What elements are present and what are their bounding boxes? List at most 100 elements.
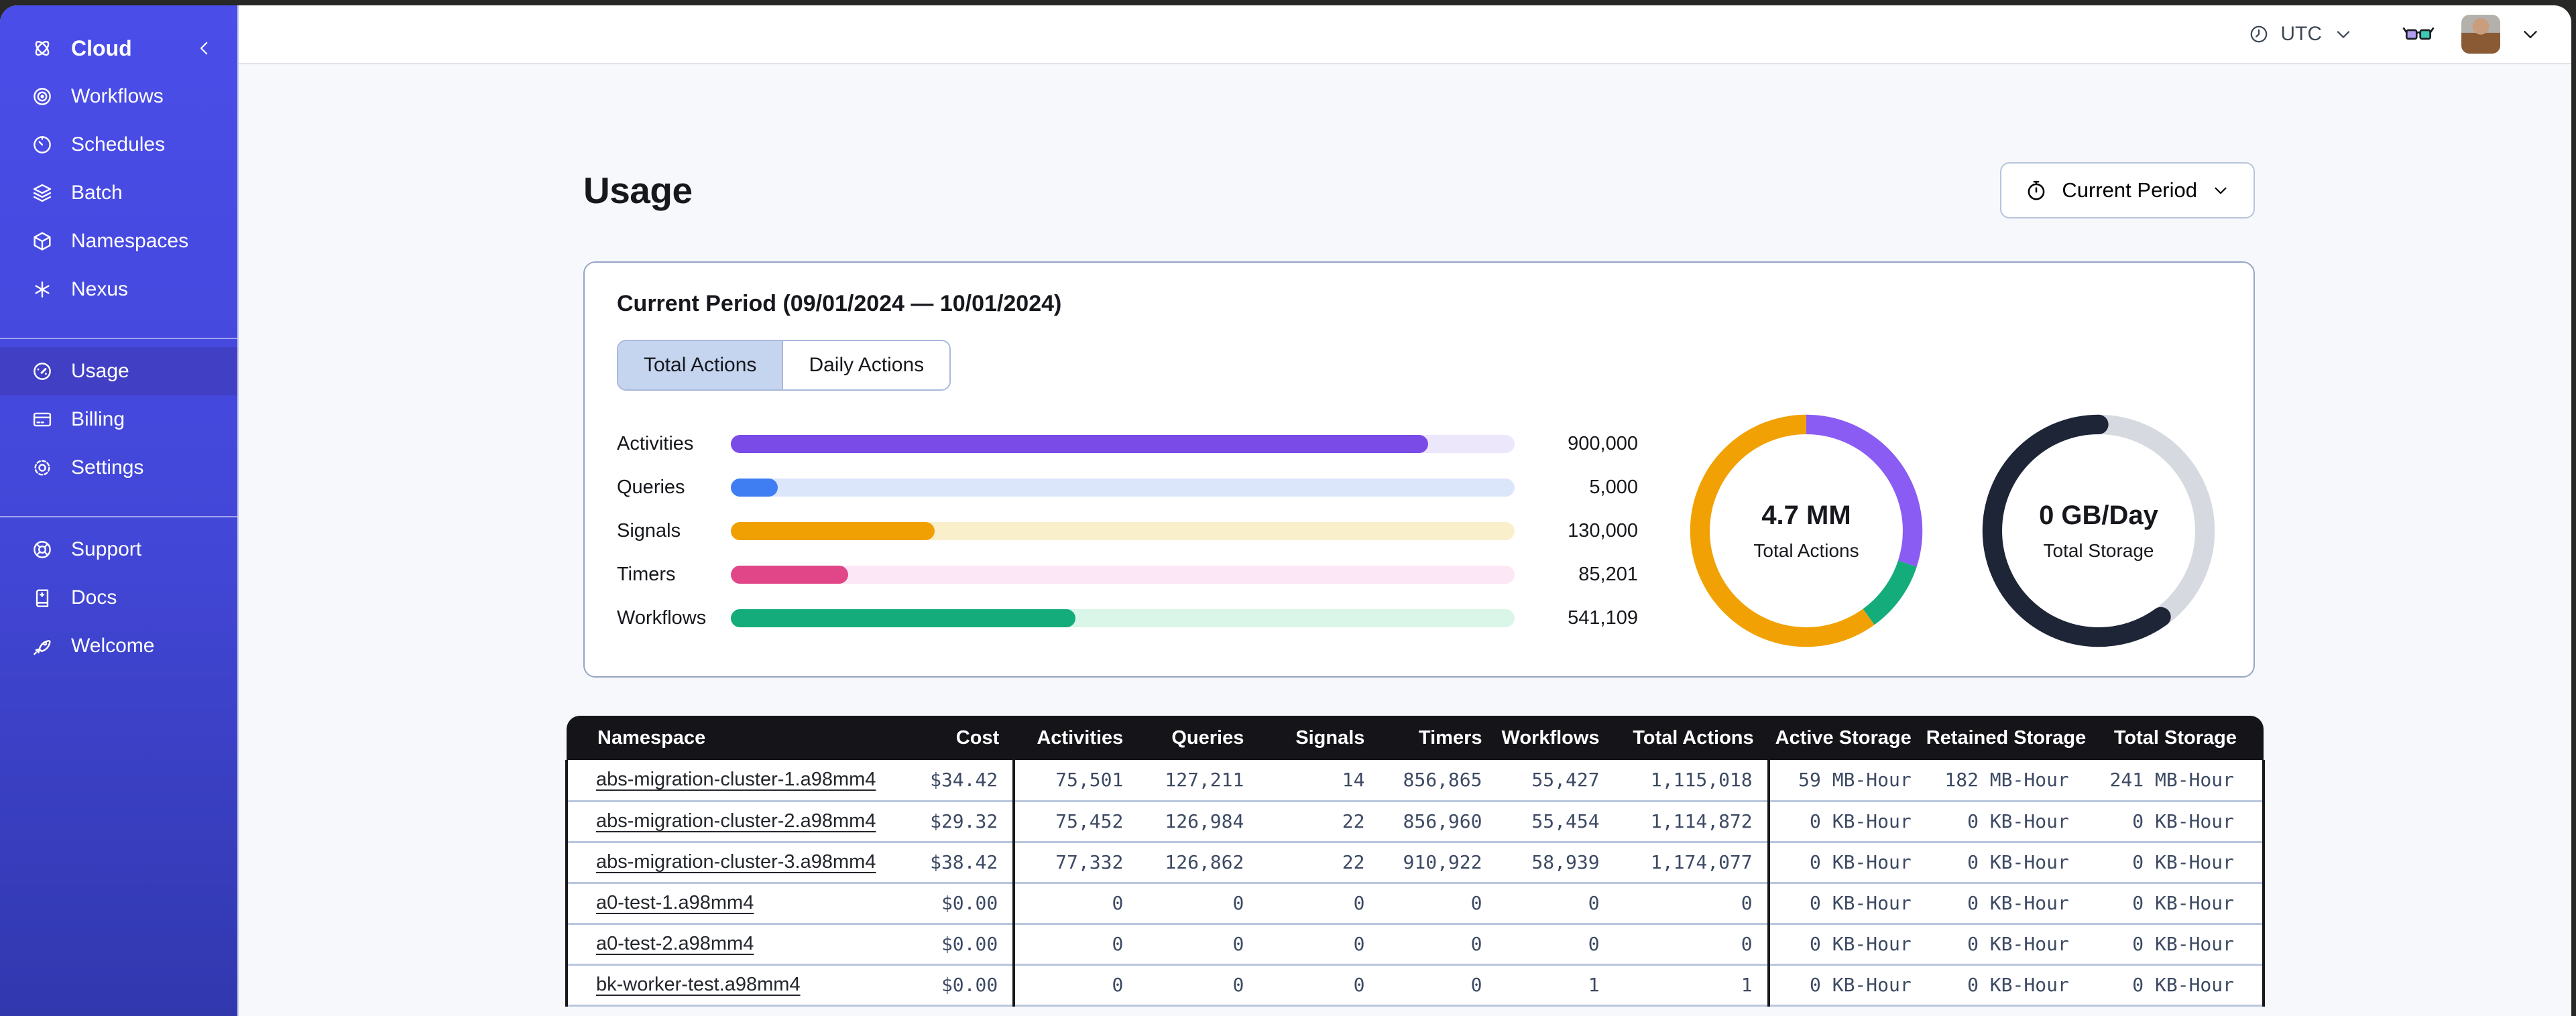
sidebar-item-schedules[interactable]: Schedules [0, 121, 237, 169]
table-row: abs-migration-cluster-2.a98mm4 $29.32 75,4… [565, 801, 2266, 843]
tab-daily-actions[interactable]: Daily Actions [782, 341, 950, 389]
sidebar-item-workflows[interactable]: Workflows [0, 72, 237, 121]
sidebar-item-label: Support [71, 538, 142, 560]
sidebar-item-support[interactable]: Support [0, 525, 237, 574]
namespace-link[interactable]: a0-test-1.a98mm4 [596, 892, 754, 913]
col-header-activities: Activities [1014, 716, 1138, 760]
cell-active-storage: 59 MB-Hour [1768, 760, 1926, 802]
bar-track [731, 479, 1515, 497]
bar-fill [731, 566, 849, 584]
sidebar-item-usage[interactable]: Usage [0, 347, 237, 395]
col-header-timers: Timers [1379, 716, 1497, 760]
namespace-cell: a0-test-2.a98mm4 [565, 924, 869, 966]
namespace-link[interactable]: bk-worker-test.a98mm4 [596, 974, 801, 995]
bar-row-queries: Queries 5,000 [617, 477, 1638, 498]
sidebar-item-namespaces[interactable]: Namespaces [0, 217, 237, 265]
bar-row-timers: Timers 85,201 [617, 564, 1638, 585]
cell-workflows: 55,427 [1497, 760, 1615, 802]
namespace-link[interactable]: abs-migration-cluster-3.a98mm4 [596, 851, 876, 873]
table-row: abs-migration-cluster-1.a98mm4 $34.42 75,5… [565, 760, 2266, 802]
cell-total-storage: 0 KB-Hour [2083, 801, 2266, 843]
cell-signals: 22 [1258, 801, 1380, 843]
sidebar-item-cloud[interactable]: Cloud [0, 24, 237, 72]
tab-total-actions[interactable]: Total Actions [618, 341, 782, 389]
bar-label: Queries [617, 477, 685, 498]
sidebar-item-label: Namespaces [71, 230, 189, 252]
bar-label: Workflows [617, 607, 707, 629]
glasses-icon[interactable] [2402, 24, 2435, 44]
cell-retained-storage: 0 KB-Hour [1926, 842, 2084, 884]
avatar[interactable] [2461, 15, 2500, 54]
bar-fill [731, 479, 778, 497]
usage-summary-card: Current Period (09/01/2024 — 10/01/2024)… [583, 261, 2255, 678]
sidebar-item-label: Cloud [71, 36, 132, 60]
sidebar-item-billing[interactable]: Billing [0, 395, 237, 444]
timezone-selector[interactable]: UTC [2248, 23, 2354, 46]
cell-queries: 0 [1138, 964, 1259, 1007]
namespace-usage-table-wrap: Namespace Cost Activities Queries Signals Tim… [565, 716, 2266, 1007]
sidebar-item-batch[interactable]: Batch [0, 169, 237, 217]
batch-icon [31, 182, 54, 204]
bar-track [731, 522, 1515, 540]
namespace-link[interactable]: abs-migration-cluster-1.a98mm4 [596, 769, 876, 790]
sidebar-item-settings[interactable]: Settings [0, 444, 237, 492]
sidebar-item-docs[interactable]: Docs [0, 574, 237, 622]
cell-workflows: 1 [1497, 964, 1615, 1007]
sidebar: Cloud Workflows Schedules Batch Namespaces Ne… [0, 5, 239, 1016]
bar-label: Signals [617, 520, 681, 542]
cell-queries: 126,862 [1138, 842, 1259, 884]
bar-row-workflows: Workflows 541,109 [617, 607, 1638, 629]
sidebar-divider [0, 338, 237, 339]
namespace-cell: abs-migration-cluster-1.a98mm4 [565, 760, 876, 802]
col-header-queries: Queries [1138, 716, 1259, 760]
namespace-cell: abs-migration-cluster-2.a98mm4 [565, 801, 876, 843]
cell-workflows: 0 [1497, 924, 1615, 966]
page-title: Usage [583, 170, 693, 211]
namespace-cell: abs-migration-cluster-3.a98mm4 [565, 842, 876, 884]
bar-track [731, 435, 1515, 453]
period-selector-label: Current Period [2062, 178, 2197, 202]
cell-total-actions: 1 [1614, 964, 1770, 1007]
cell-retained-storage: 0 KB-Hour [1926, 924, 2084, 966]
col-header-active-storage: Active Storage [1768, 716, 1926, 760]
donut-value: 0 GB/Day [2039, 500, 2158, 530]
bar-label: Timers [617, 564, 676, 585]
sidebar-divider [0, 516, 237, 517]
cell-timers: 0 [1379, 964, 1497, 1007]
cell-queries: 126,984 [1138, 801, 1259, 843]
sidebar-item-label: Schedules [71, 133, 166, 155]
clock-icon [2248, 23, 2270, 45]
bar-track [731, 566, 1515, 584]
chevron-left-icon[interactable] [194, 38, 215, 58]
billing-icon [31, 408, 54, 431]
user-menu-chevron-down-icon[interactable] [2519, 23, 2542, 46]
bar-value: 85,201 [1578, 564, 1638, 585]
col-header-cost: Cost [868, 716, 1014, 760]
workflows-icon [31, 85, 54, 108]
donut-subtitle: Total Storage [2043, 539, 2154, 561]
cell-queries: 127,211 [1138, 760, 1259, 802]
namespace-link[interactable]: abs-migration-cluster-2.a98mm4 [596, 810, 876, 832]
sidebar-item-welcome[interactable]: Welcome [0, 622, 237, 670]
cell-signals: 22 [1258, 842, 1380, 884]
sidebar-item-label: Welcome [71, 635, 155, 657]
content: Usage Current Period Current Period (09/… [239, 64, 2571, 1016]
table-row: bk-worker-test.a98mm4 $0.00 0 0 0 0 1 1 0 KB-Hou… [565, 964, 2266, 1007]
main-area: UTC Usage Current Period Current Period … [239, 5, 2571, 1016]
cell-total-actions: 0 [1614, 924, 1770, 966]
period-selector-button[interactable]: Current Period [2000, 162, 2255, 218]
cell-signals: 0 [1258, 883, 1380, 925]
cell-timers: 856,865 [1379, 760, 1497, 802]
donut-subtitle: Total Actions [1753, 539, 1859, 561]
sidebar-item-nexus[interactable]: Nexus [0, 265, 237, 314]
cell-active-storage: 0 KB-Hour [1768, 924, 1926, 966]
sidebar-item-label: Docs [71, 586, 117, 609]
settings-icon [31, 456, 54, 479]
bar-value: 5,000 [1589, 477, 1638, 498]
cell-total-storage: 0 KB-Hour [2083, 924, 2266, 966]
bar-row-signals: Signals 130,000 [617, 520, 1638, 542]
namespace-link[interactable]: a0-test-2.a98mm4 [596, 933, 754, 954]
page-head: Usage Current Period [583, 162, 2255, 218]
sidebar-item-label: Billing [71, 408, 125, 430]
table-row: abs-migration-cluster-3.a98mm4 $38.42 77,3… [565, 842, 2266, 884]
